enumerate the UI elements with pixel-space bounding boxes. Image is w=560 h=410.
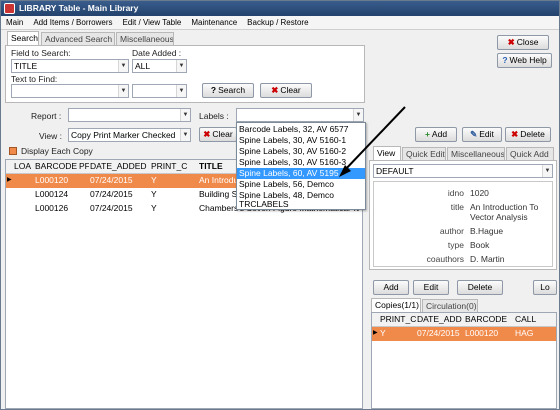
- main-window: LIBRARY Table - Main Library Main Add Ite…: [0, 0, 560, 410]
- annotation-arrow-icon: [339, 106, 406, 177]
